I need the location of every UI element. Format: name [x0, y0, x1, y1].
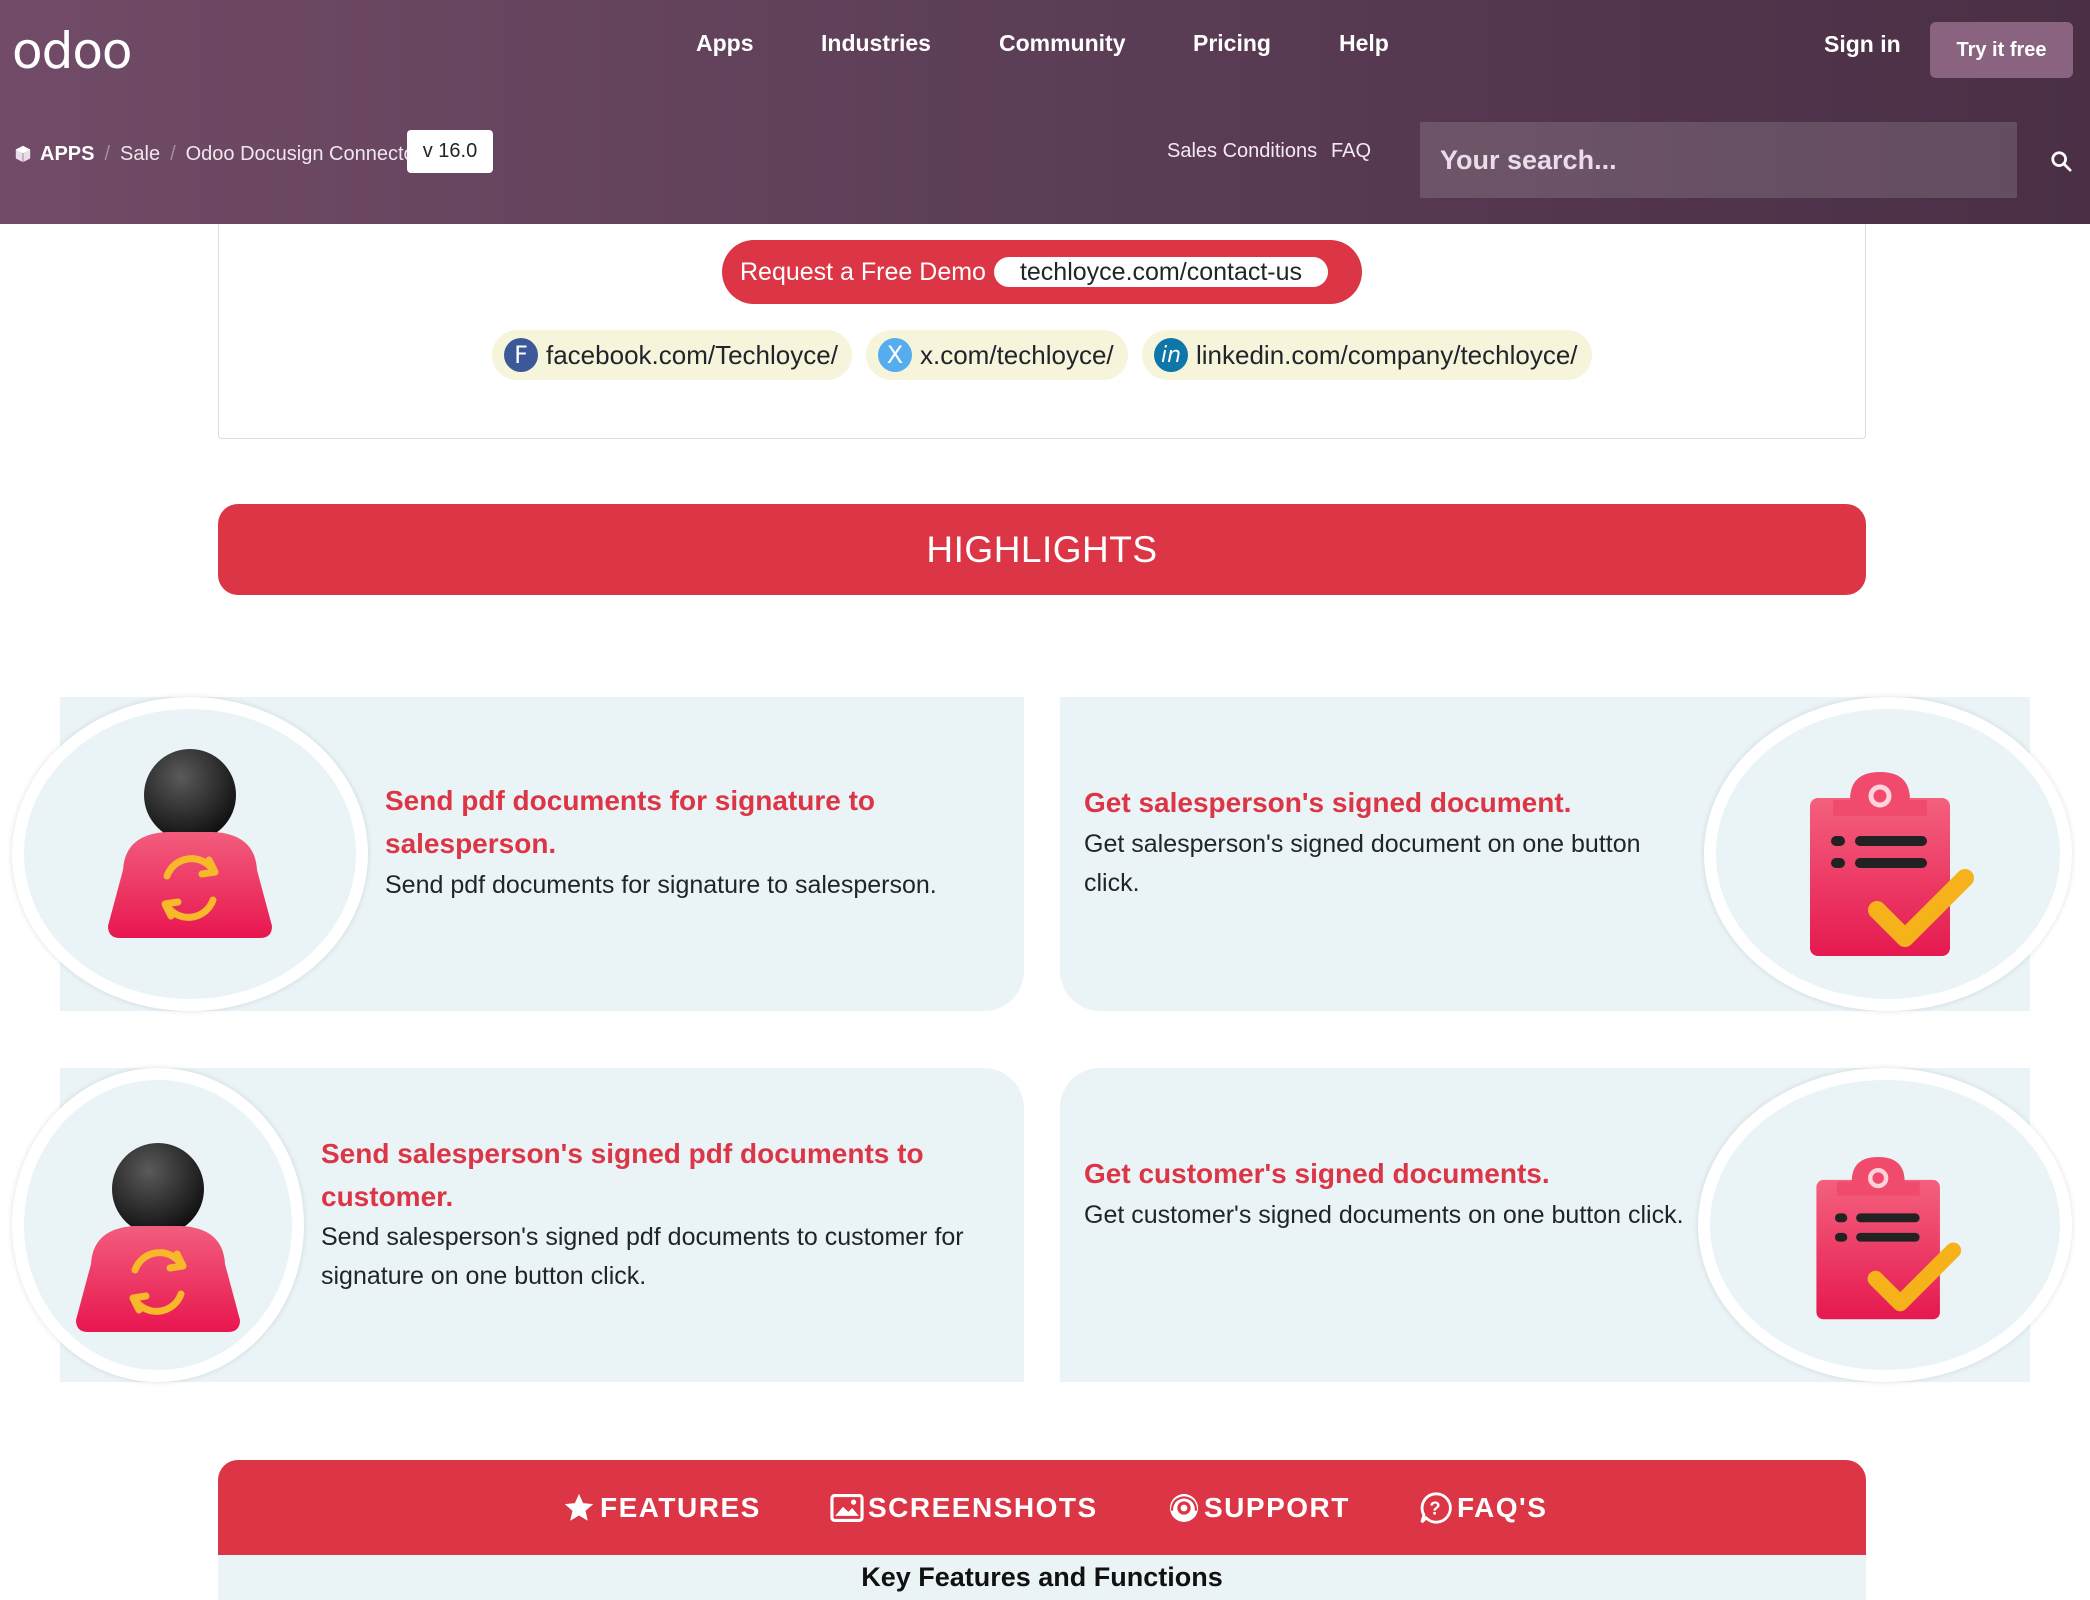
- tab-support[interactable]: SUPPORT: [1168, 1460, 1350, 1555]
- sign-in-link[interactable]: Sign in: [1824, 31, 1901, 58]
- facebook-link[interactable]: F facebook.com/Techloyce/: [492, 330, 852, 380]
- breadcrumb-separator: /: [170, 142, 176, 165]
- svg-text:?: ?: [1429, 1497, 1442, 1518]
- main-nav: Apps Industries Community Pricing Help: [0, 30, 2090, 66]
- star-icon: [564, 1493, 594, 1521]
- clipboard-check-icon: [1812, 1155, 1962, 1323]
- version-selector[interactable]: v 16.0: [407, 130, 493, 173]
- breadcrumb: APPS / Sale / Odoo Docusign Connector: [14, 139, 421, 169]
- breadcrumb-sale[interactable]: Sale: [120, 143, 160, 166]
- tab-label: SCREENSHOTS: [868, 1491, 1098, 1523]
- tab-faqs[interactable]: ? FAQ'S: [1419, 1460, 1547, 1555]
- try-it-free-button[interactable]: Try it free: [1930, 22, 2073, 78]
- person-sync-icon: [73, 1142, 243, 1332]
- tab-features[interactable]: FEATURES: [562, 1460, 761, 1555]
- search-icon[interactable]: [2050, 150, 2072, 172]
- highlight-description: Get salesperson's signed document on one…: [1084, 830, 1641, 897]
- site-header: odoo Apps Industries Community Pricing H…: [0, 0, 2090, 224]
- tab-label: SUPPORT: [1204, 1491, 1350, 1523]
- facebook-icon: F: [504, 338, 538, 372]
- sales-conditions-link[interactable]: Sales Conditions: [1167, 140, 1317, 163]
- highlight-description: Get customer's signed documents on one b…: [1084, 1201, 1684, 1229]
- faq-link[interactable]: FAQ: [1331, 140, 1371, 163]
- question-icon: ?: [1420, 1491, 1452, 1524]
- module-tabs: FEATURES SCREENSHOTS SUPPORT ? FAQ'S: [218, 1460, 1866, 1555]
- nav-help[interactable]: Help: [1339, 30, 1389, 57]
- breadcrumb-apps[interactable]: APPS: [40, 143, 94, 166]
- x-link[interactable]: X x.com/techloyce/: [866, 330, 1128, 380]
- nav-industries[interactable]: Industries: [821, 30, 931, 57]
- demo-url-link[interactable]: techloyce.com/contact-us: [993, 257, 1329, 287]
- person-sync-icon: [105, 748, 275, 938]
- tab-screenshots[interactable]: SCREENSHOTS: [830, 1460, 1098, 1555]
- nav-apps[interactable]: Apps: [696, 30, 754, 57]
- nav-community[interactable]: Community: [999, 30, 1126, 57]
- highlight-title: Get salesperson's signed document.: [1084, 787, 1572, 818]
- linkedin-label: linkedin.com/company/techloyce/: [1196, 339, 1578, 370]
- highlight-description: Send salesperson's signed pdf documents …: [321, 1223, 964, 1290]
- key-features-heading: Key Features and Functions: [218, 1555, 1866, 1600]
- clipboard-check-icon: [1805, 770, 1975, 960]
- linkedin-icon: in: [1154, 338, 1188, 372]
- x-icon: X: [878, 338, 912, 372]
- tab-label: FAQ'S: [1457, 1491, 1548, 1523]
- demo-label: Request a Free Demo: [740, 257, 986, 286]
- image-icon: [830, 1493, 864, 1522]
- highlight-title: Send salesperson's signed pdf documents …: [321, 1138, 924, 1212]
- x-label: x.com/techloyce/: [920, 339, 1114, 370]
- linkedin-link[interactable]: in linkedin.com/company/techloyce/: [1142, 330, 1592, 380]
- support-icon: [1170, 1493, 1198, 1522]
- request-demo-pill[interactable]: Request a Free Demo techloyce.com/contac…: [722, 240, 1362, 304]
- breadcrumb-separator: /: [104, 142, 111, 165]
- breadcrumb-module: Odoo Docusign Connector: [185, 142, 422, 165]
- nav-pricing[interactable]: Pricing: [1193, 30, 1271, 57]
- facebook-label: facebook.com/Techloyce/: [546, 339, 838, 370]
- highlight-title: Get customer's signed documents.: [1084, 1158, 1550, 1189]
- highlight-description: Send pdf documents for signature to sale…: [385, 871, 937, 899]
- tab-label: FEATURES: [600, 1491, 761, 1523]
- highlight-title: Send pdf documents for signature to sale…: [385, 785, 876, 859]
- highlights-heading: HIGHLIGHTS: [218, 504, 1866, 595]
- cube-icon: [15, 145, 31, 163]
- search-input[interactable]: Your search...: [1420, 122, 2017, 198]
